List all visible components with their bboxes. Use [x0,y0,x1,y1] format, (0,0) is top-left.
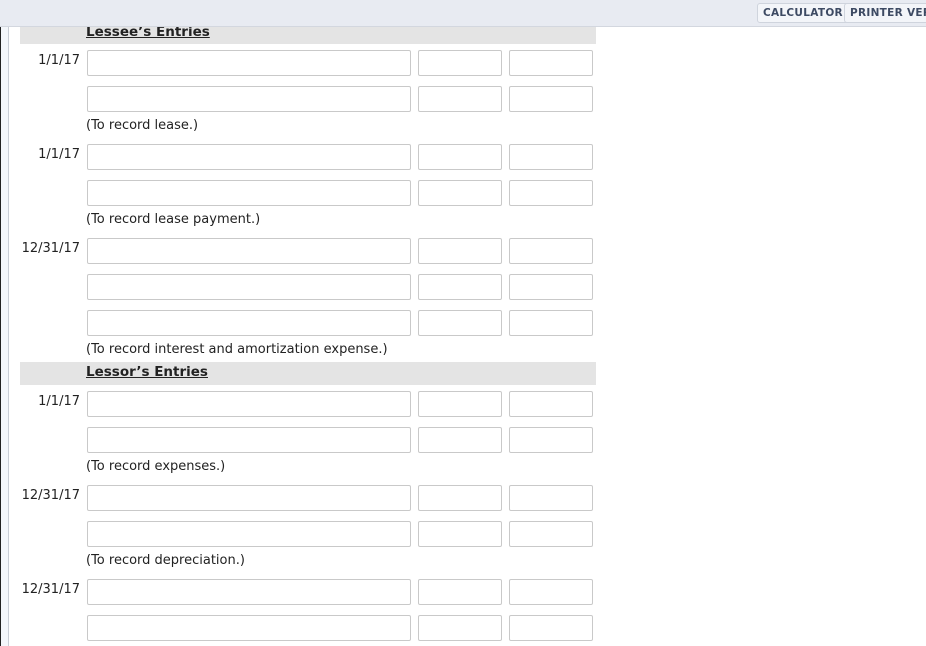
credit-input[interactable] [509,238,593,264]
account-title-input[interactable] [87,485,411,511]
journal-entries-form: Lessee’s Entries 1/1/17 (To record lease… [0,0,926,646]
journal-row [0,310,600,338]
account-title-input[interactable] [87,180,411,206]
debit-input[interactable] [418,180,502,206]
journal-row: 12/31/17 [0,579,600,607]
entry-date: 12/31/17 [21,241,80,256]
debit-input[interactable] [418,391,502,417]
debit-input[interactable] [418,310,502,336]
journal-row: 1/1/17 [0,391,600,419]
debit-input[interactable] [418,615,502,641]
journal-row [0,521,600,549]
account-title-input[interactable] [87,238,411,264]
debit-input[interactable] [418,274,502,300]
journal-row [0,86,600,114]
account-title-input[interactable] [87,144,411,170]
credit-input[interactable] [509,485,593,511]
debit-input[interactable] [418,86,502,112]
entry-explanation: (To record expenses.) [86,459,226,474]
lessor-section-title: Lessor’s Entries [86,364,208,380]
credit-input[interactable] [509,391,593,417]
debit-input[interactable] [418,521,502,547]
account-title-input[interactable] [87,615,411,641]
entry-date: 1/1/17 [38,394,80,409]
entry-explanation: (To record depreciation.) [86,553,245,568]
debit-input[interactable] [418,427,502,453]
account-title-input[interactable] [87,579,411,605]
journal-row: 1/1/17 [0,50,600,78]
account-title-input[interactable] [87,50,411,76]
credit-input[interactable] [509,521,593,547]
account-title-input[interactable] [87,391,411,417]
journal-row: 1/1/17 [0,144,600,172]
account-title-input[interactable] [87,274,411,300]
journal-row [0,615,600,643]
account-title-input[interactable] [87,427,411,453]
entry-date: 12/31/17 [21,582,80,597]
journal-row: 12/31/17 [0,238,600,266]
account-title-input[interactable] [87,521,411,547]
credit-input[interactable] [509,579,593,605]
left-panel-edge [0,26,9,646]
journal-row [0,427,600,455]
debit-input[interactable] [418,579,502,605]
credit-input[interactable] [509,615,593,641]
entry-explanation: (To record interest and amortization exp… [86,342,388,357]
credit-input[interactable] [509,86,593,112]
lessor-section-header: Lessor’s Entries [20,362,596,385]
credit-input[interactable] [509,310,593,336]
debit-input[interactable] [418,144,502,170]
credit-input[interactable] [509,274,593,300]
debit-input[interactable] [418,238,502,264]
top-toolbar: CALCULATOR PRINTER VERSION [0,0,926,27]
credit-input[interactable] [509,427,593,453]
debit-input[interactable] [418,50,502,76]
entry-explanation: (To record lease payment.) [86,212,261,227]
entry-explanation: (To record lease.) [86,118,199,133]
printer-version-button[interactable]: PRINTER VERSION [844,3,926,23]
entry-date: 1/1/17 [38,147,80,162]
credit-input[interactable] [509,50,593,76]
debit-input[interactable] [418,485,502,511]
journal-row [0,180,600,208]
journal-row [0,274,600,302]
journal-row: 12/31/17 [0,485,600,513]
credit-input[interactable] [509,180,593,206]
account-title-input[interactable] [87,310,411,336]
entry-date: 1/1/17 [38,53,80,68]
credit-input[interactable] [509,144,593,170]
account-title-input[interactable] [87,86,411,112]
entry-date: 12/31/17 [21,488,80,503]
calculator-button[interactable]: CALCULATOR [757,3,849,23]
